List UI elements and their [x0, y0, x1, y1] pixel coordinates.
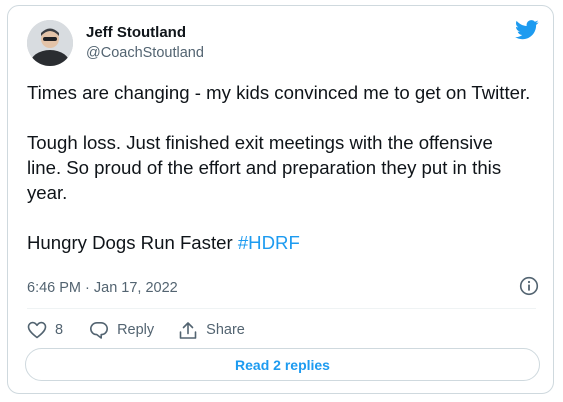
- action-bar: 8 Reply Share: [27, 319, 245, 341]
- tweet-paragraph: Times are changing - my kids convinced m…: [27, 82, 531, 103]
- share-icon: [179, 321, 197, 339]
- author-name[interactable]: Jeff Stoutland: [86, 24, 186, 41]
- info-icon[interactable]: [519, 276, 539, 301]
- hashtag-link[interactable]: #HDRF: [238, 232, 300, 253]
- reply-icon: [90, 321, 109, 339]
- twitter-bird-icon[interactable]: [515, 20, 539, 45]
- like-count: 8: [55, 322, 64, 338]
- author-handle[interactable]: @CoachStoutland: [86, 45, 204, 61]
- like-button[interactable]: 8: [27, 321, 63, 339]
- divider: [27, 308, 536, 309]
- read-replies-button[interactable]: Read 2 replies: [25, 348, 540, 381]
- share-button[interactable]: Share: [178, 321, 245, 340]
- share-label: Share: [206, 322, 245, 338]
- tweet-text: Times are changing - my kids convinced m…: [27, 80, 532, 255]
- reply-label: Reply: [117, 322, 155, 338]
- tweet-paragraph: Hungry Dogs Run Faster #HDRF: [27, 230, 532, 255]
- tweet-timestamp[interactable]: 6:46 PM · Jan 17, 2022: [27, 280, 178, 296]
- tweet-paragraph: Tough loss. Just finished exit meetings …: [27, 132, 502, 203]
- heart-icon: [27, 321, 47, 339]
- tweet-paragraph-text: Hungry Dogs Run Faster: [27, 232, 238, 253]
- reply-button[interactable]: Reply: [89, 321, 154, 340]
- avatar[interactable]: [27, 20, 73, 66]
- tweet-card[interactable]: Jeff Stoutland @CoachStoutland Times are…: [7, 5, 554, 394]
